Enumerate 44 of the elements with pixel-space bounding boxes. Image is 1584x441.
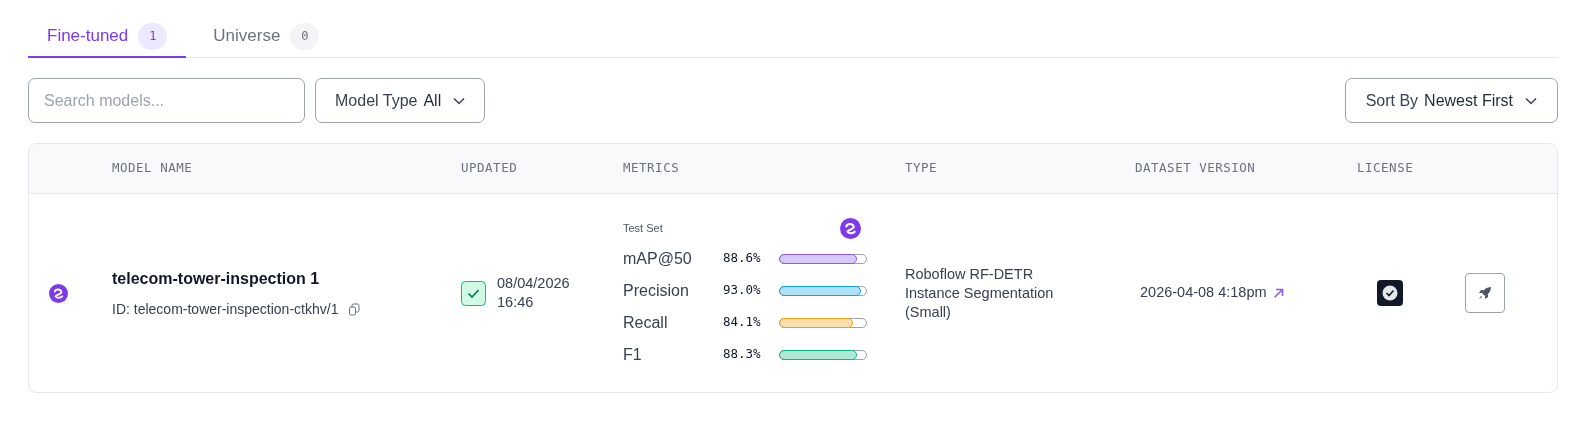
dropdown-value: Newest First bbox=[1424, 90, 1513, 111]
tab[interactable]: Fine-tuned 1 bbox=[28, 16, 187, 58]
copy-icon[interactable] bbox=[348, 302, 362, 316]
metric-name: F1 bbox=[623, 344, 643, 365]
column-header: MODEL NAME bbox=[112, 159, 194, 178]
chevron-down-icon bbox=[1525, 96, 1537, 105]
updated-date: 08/04/2026 bbox=[497, 274, 570, 293]
column-header: UPDATED bbox=[461, 159, 519, 178]
metric-name: Precision bbox=[623, 280, 690, 301]
metric-name: mAP@50 bbox=[623, 248, 693, 269]
model-id: ID: telecom-tower-inspection-ctkhv/1 bbox=[112, 299, 339, 319]
verified-badge-icon bbox=[1377, 280, 1403, 306]
badge-icon bbox=[840, 217, 861, 239]
metrics-label: Test Set bbox=[623, 220, 663, 236]
dropdown-label: Model Type bbox=[335, 90, 418, 111]
column-header: TYPE bbox=[905, 159, 939, 178]
model-logo-icon bbox=[49, 283, 68, 303]
metric-value: 84.1% bbox=[723, 313, 762, 332]
metric-name: Recall bbox=[623, 312, 669, 333]
tab-label: Fine-tuned bbox=[47, 25, 129, 48]
updated-time: 16:46 bbox=[497, 293, 535, 312]
model-type-dropdown[interactable]: Model Type All bbox=[315, 78, 486, 123]
check-status-icon bbox=[461, 280, 486, 306]
model-type: Roboflow RF-DETR Instance Segmentation (Small) bbox=[905, 264, 1055, 322]
sort-dropdown[interactable]: Sort By Newest First bbox=[1344, 78, 1558, 123]
rocket-icon bbox=[1477, 285, 1493, 301]
deploy-button[interactable] bbox=[1465, 273, 1505, 313]
arrow-up-right-icon bbox=[1272, 287, 1284, 299]
dataset-version-link[interactable]: 2026-04-08 4:18pm bbox=[1140, 282, 1267, 304]
model-name[interactable]: telecom-tower-inspection 1 bbox=[112, 266, 320, 291]
metric-value: 88.6% bbox=[723, 249, 762, 268]
column-header: DATASET VERSION bbox=[1135, 159, 1257, 178]
chevron-down-icon bbox=[453, 96, 466, 105]
tab-label: Universe bbox=[213, 25, 281, 48]
count-badge: 1 bbox=[138, 22, 168, 50]
dropdown-value: All bbox=[423, 90, 442, 111]
count-badge: 0 bbox=[290, 22, 320, 50]
tab[interactable]: Universe 0 bbox=[194, 16, 339, 58]
metric-value: 88.3% bbox=[723, 345, 762, 364]
column-header: METRICS bbox=[623, 159, 681, 178]
dropdown-label: Sort By bbox=[1365, 90, 1419, 111]
search-field[interactable]: Search models... bbox=[28, 78, 305, 123]
metric-value: 93.0% bbox=[723, 281, 762, 300]
column-header: LICENSE bbox=[1357, 159, 1415, 178]
